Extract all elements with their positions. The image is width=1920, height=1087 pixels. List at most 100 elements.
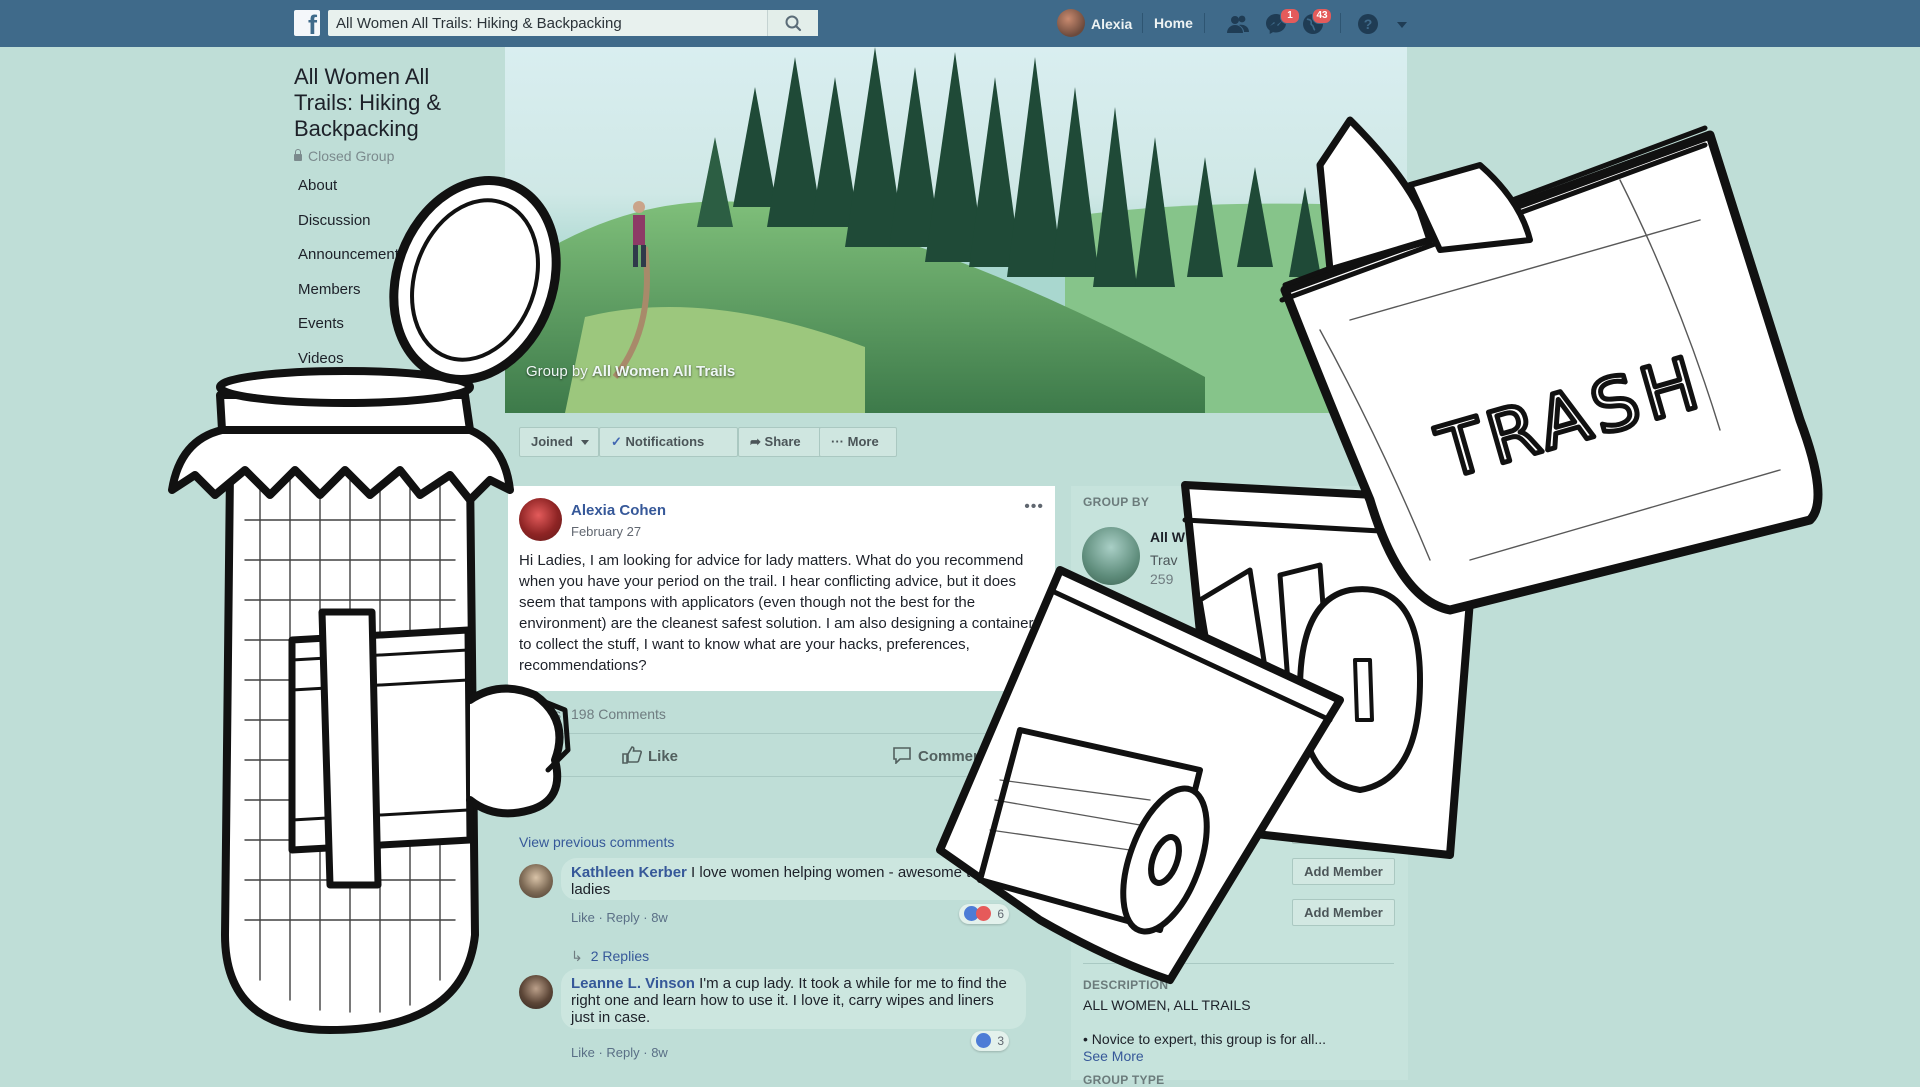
replies-label: 2 Replies bbox=[590, 948, 650, 964]
description-title: ALL WOMEN, ALL TRAILS bbox=[1083, 997, 1251, 1013]
help-icon[interactable]: ? bbox=[1356, 12, 1380, 36]
group-owner-count: 259 bbox=[1150, 571, 1174, 587]
thumbs-up-icon bbox=[622, 746, 642, 764]
comment-button[interactable]: Comment bbox=[892, 746, 987, 765]
side-nav-events[interactable]: Events bbox=[298, 313, 498, 348]
cover-landscape bbox=[505, 47, 1407, 413]
svg-text:?: ? bbox=[1364, 16, 1373, 32]
view-previous-comments-link[interactable]: View previous comments bbox=[519, 834, 674, 850]
group-owner-name[interactable]: All W bbox=[1150, 529, 1185, 545]
side-nav-discussion[interactable]: Discussion bbox=[298, 210, 498, 245]
cover-caption: Group by All Women All Trails bbox=[526, 363, 735, 380]
caret-down-icon bbox=[580, 440, 589, 446]
comment-author[interactable]: Leanne L. Vinson bbox=[571, 975, 695, 992]
search-input-value: All Women All Trails: Hiking & Backpacki… bbox=[336, 15, 622, 32]
avatar bbox=[1057, 9, 1085, 37]
sidebar-divider bbox=[1083, 963, 1394, 964]
reaction-count: 3 bbox=[997, 1034, 1004, 1048]
joined-button-label: Joined bbox=[531, 434, 573, 449]
see-more-link[interactable]: See More bbox=[1083, 1048, 1144, 1064]
group-owner-avatar[interactable] bbox=[1082, 527, 1140, 585]
post-author[interactable]: Alexia Cohen bbox=[571, 502, 666, 519]
likes-count[interactable]: s bbox=[554, 706, 561, 722]
notifications-badge: 43 bbox=[1312, 8, 1332, 24]
view-replies-link[interactable]: ↳ 2 Replies bbox=[571, 948, 649, 965]
comment-bubble-icon bbox=[893, 747, 911, 765]
side-nav-members[interactable]: Members bbox=[298, 279, 498, 314]
comment-reactions[interactable]: 3 bbox=[970, 1031, 1009, 1051]
side-nav-announcements[interactable]: Announcements bbox=[298, 244, 498, 279]
friend-requests-icon[interactable] bbox=[1226, 12, 1250, 36]
joined-button[interactable]: Joined bbox=[519, 427, 599, 457]
more-button[interactable]: ··· More bbox=[819, 427, 897, 457]
search-icon bbox=[785, 15, 802, 32]
comment-button-label: Comment bbox=[918, 748, 988, 765]
love-reaction-icon bbox=[975, 906, 991, 922]
expand-members-chevron-icon[interactable] bbox=[1086, 933, 1096, 939]
post-timestamp[interactable]: February 27 bbox=[571, 524, 641, 539]
group-privacy: Closed Group bbox=[294, 148, 394, 164]
trash-label: TRASH bbox=[1429, 340, 1713, 495]
comment-reactions[interactable]: 6 bbox=[958, 904, 1009, 924]
avatar[interactable] bbox=[519, 864, 553, 898]
facebook-logo-icon[interactable]: f bbox=[294, 10, 320, 39]
cover-caption-prefix: Group by bbox=[526, 363, 588, 380]
more-dots-icon: ··· bbox=[831, 434, 844, 449]
description-text: • Novice to expert, this group is for al… bbox=[1083, 1031, 1327, 1047]
comment-actions[interactable]: Like · Reply · 8w bbox=[571, 1045, 668, 1060]
more-button-label: More bbox=[847, 434, 879, 449]
account-menu-chevron-down-icon[interactable] bbox=[1392, 12, 1416, 36]
comment-author[interactable]: Kathleen Kerber bbox=[571, 864, 687, 881]
post-body: Hi Ladies, I am looking for advice for l… bbox=[519, 552, 1034, 674]
group-title[interactable]: All Women All Trails: Hiking & Backpacki… bbox=[294, 64, 494, 142]
nav-divider bbox=[1204, 13, 1205, 33]
search-input[interactable]: All Women All Trails: Hiking & Backpacki… bbox=[328, 10, 818, 36]
group-owner-subtitle: Trav bbox=[1150, 552, 1178, 568]
notifications-globe-icon[interactable]: 43 bbox=[1301, 8, 1332, 36]
like-button[interactable]: Like bbox=[622, 746, 678, 765]
group-by-heading: GROUP BY bbox=[1083, 495, 1150, 509]
like-reaction-icon bbox=[975, 1033, 991, 1049]
nav-divider bbox=[1142, 13, 1143, 33]
comment-bubble: Kathleen Kerber I love women helping wom… bbox=[561, 858, 1026, 900]
notifications-button[interactable]: ✓ Notifications bbox=[599, 427, 738, 457]
post-action-bar: Like Comment bbox=[508, 733, 1055, 777]
suggested-member-name[interactable]: ntoral bbox=[1176, 905, 1209, 920]
reaction-count: 6 bbox=[997, 907, 1004, 921]
suggested-member-name[interactable]: nne bbox=[1205, 863, 1227, 878]
notifications-button-label: Notifications bbox=[625, 434, 705, 449]
avatar[interactable] bbox=[519, 975, 553, 1009]
add-member-button[interactable]: Add Member bbox=[1292, 899, 1395, 926]
share-arrow-icon: ➦ bbox=[750, 434, 761, 449]
messenger-icon[interactable]: 1 bbox=[1264, 8, 1300, 36]
add-member-button[interactable]: Add Member bbox=[1292, 817, 1395, 844]
post-stats: s 198 Comments bbox=[508, 700, 1055, 730]
top-navigation-bar: f All Women All Trails: Hiking & Backpac… bbox=[0, 0, 1920, 47]
lock-icon bbox=[294, 149, 302, 161]
group-side-nav: About Discussion Announcements Members E… bbox=[298, 175, 498, 382]
search-button[interactable] bbox=[767, 10, 818, 36]
like-button-label: Like bbox=[648, 748, 679, 765]
comment-actions[interactable]: Like · Reply · 8w bbox=[571, 910, 668, 925]
share-button-label: Share bbox=[764, 434, 801, 449]
messages-badge: 1 bbox=[1280, 8, 1300, 24]
home-link[interactable]: Home bbox=[1154, 15, 1193, 31]
side-nav-about[interactable]: About bbox=[298, 175, 498, 210]
description-heading: DESCRIPTION bbox=[1083, 978, 1169, 992]
reply-arrow-icon: ↳ bbox=[571, 948, 583, 964]
add-member-button[interactable]: Add Member bbox=[1292, 858, 1395, 885]
avatar[interactable] bbox=[519, 498, 562, 541]
post-options-icon[interactable]: ••• bbox=[1024, 498, 1044, 516]
checkmark-icon: ✓ bbox=[611, 434, 622, 449]
group-cover-photo[interactable]: Group by All Women All Trails bbox=[505, 47, 1407, 413]
profile-name: Alexia bbox=[1091, 16, 1133, 32]
comments-count[interactable]: 198 Comments bbox=[571, 706, 666, 722]
share-button[interactable]: ➦ Share bbox=[738, 427, 832, 457]
group-privacy-label: Closed Group bbox=[308, 148, 395, 164]
side-nav-videos[interactable]: Videos bbox=[298, 348, 498, 383]
cover-caption-owner[interactable]: All Women All Trails bbox=[592, 363, 735, 380]
group-type-heading: GROUP TYPE bbox=[1083, 1073, 1165, 1087]
comment-bubble: Leanne L. Vinson I'm a cup lady. It took… bbox=[561, 969, 1026, 1029]
feed-post: Alexia Cohen February 27 ••• Hi Ladies, … bbox=[508, 486, 1055, 691]
nav-divider bbox=[1340, 13, 1341, 33]
